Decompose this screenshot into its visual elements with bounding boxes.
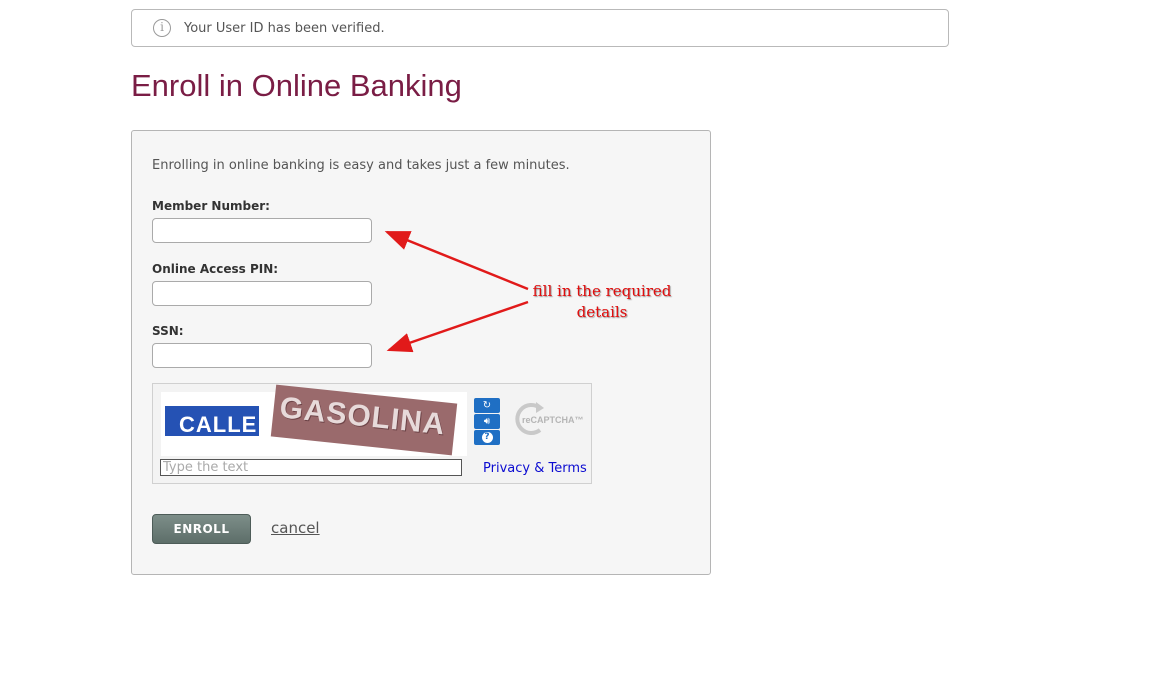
arrow-to-member-number (384, 230, 529, 291)
annotation-line-2: details (576, 303, 628, 321)
annotation-note: fill in the required details (514, 281, 690, 323)
annotation-arrows (384, 230, 529, 353)
annotation-line-1: fill in the required (532, 282, 672, 300)
arrow-to-ssn (386, 300, 529, 353)
